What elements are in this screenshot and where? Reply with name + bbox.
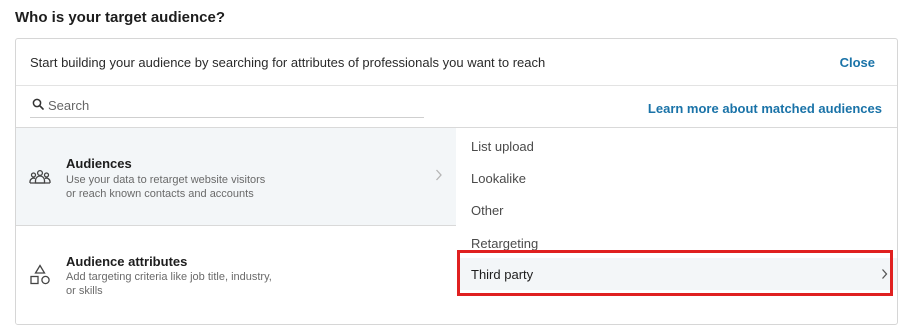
shapes-icon bbox=[30, 264, 50, 285]
option-third-party[interactable]: Third party bbox=[457, 258, 897, 290]
option-retargeting[interactable]: Retargeting bbox=[457, 230, 897, 256]
search-box[interactable] bbox=[30, 95, 424, 118]
option-list-upload[interactable]: List upload bbox=[457, 133, 897, 159]
category-title: Audiences bbox=[66, 156, 132, 171]
category-list: Audiences Use your data to retarget webs… bbox=[16, 128, 456, 324]
search-input[interactable] bbox=[48, 95, 418, 115]
option-label: Third party bbox=[471, 267, 534, 282]
category-description: Use your data to retarget website visito… bbox=[66, 173, 326, 201]
option-label: Retargeting bbox=[471, 236, 539, 251]
category-description-line: Add targeting criteria like job title, i… bbox=[66, 271, 272, 283]
category-description-line: or skills bbox=[66, 285, 103, 297]
audience-type-list: List upload Lookalike Other Retargeting … bbox=[457, 128, 897, 324]
people-group-icon bbox=[29, 169, 51, 184]
category-audience-attributes[interactable]: Audience attributes Add targeting criter… bbox=[16, 226, 456, 324]
intro-bar: Start building your audience by searchin… bbox=[16, 39, 897, 86]
category-description-line: or reach known contacts and accounts bbox=[66, 188, 254, 200]
option-label: Other bbox=[471, 203, 504, 218]
learn-more-link[interactable]: Learn more about matched audiences bbox=[648, 101, 882, 116]
option-other[interactable]: Other bbox=[457, 197, 897, 223]
category-audiences[interactable]: Audiences Use your data to retarget webs… bbox=[16, 128, 456, 226]
search-row: Learn more about matched audiences bbox=[16, 87, 897, 128]
chevron-right-icon bbox=[882, 269, 888, 279]
chevron-right-icon bbox=[436, 169, 442, 181]
category-title: Audience attributes bbox=[66, 254, 188, 269]
option-lookalike[interactable]: Lookalike bbox=[457, 165, 897, 191]
category-description-line: Use your data to retarget website visito… bbox=[66, 174, 266, 186]
category-description: Add targeting criteria like job title, i… bbox=[66, 270, 326, 298]
audience-panel: Start building your audience by searchin… bbox=[15, 38, 898, 325]
close-link[interactable]: Close bbox=[840, 55, 875, 70]
search-icon bbox=[32, 98, 44, 110]
option-label: List upload bbox=[471, 139, 534, 154]
section-title: Who is your target audience? bbox=[15, 9, 226, 26]
option-label: Lookalike bbox=[471, 171, 526, 186]
intro-text: Start building your audience by searchin… bbox=[30, 55, 546, 70]
